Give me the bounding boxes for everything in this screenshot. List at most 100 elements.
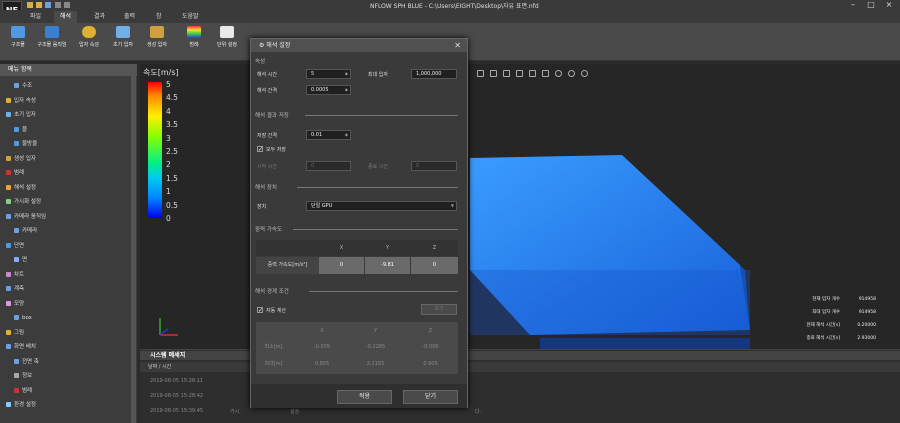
save-icon[interactable] [45, 2, 51, 8]
reset-bounds-button[interactable]: 초기 [421, 304, 457, 315]
fluid-particles [470, 155, 750, 335]
view-right-icon[interactable] [529, 70, 536, 77]
undo-icon[interactable] [55, 2, 61, 8]
tree-item[interactable]: 범례 [6, 167, 24, 179]
spinner-icon[interactable]: ◆ [345, 86, 348, 94]
max-particles-label: 최대 입자 [368, 72, 388, 78]
start-time-input[interactable]: 0 [306, 161, 351, 171]
tree-item-label: 환경 설정 [14, 402, 36, 408]
minimize-button[interactable]: – [846, 0, 860, 10]
tab-file[interactable]: 파일 [24, 11, 47, 23]
close-window-button[interactable]: × [882, 0, 896, 10]
view-back-icon[interactable] [503, 70, 510, 77]
bounds-max-label: 최대[m] [264, 361, 283, 367]
bounds-min-y[interactable]: -0.2285 [348, 339, 403, 356]
bounds-min-label: 최소[m] [264, 344, 283, 350]
structure-button[interactable]: 구조물 [1, 26, 35, 59]
view-front-icon[interactable] [490, 70, 497, 77]
max-particles-input[interactable]: 1,000,000 [411, 69, 457, 79]
bounds-col-x: X [320, 328, 324, 334]
tree-item[interactable]: box [14, 312, 32, 324]
new-file-icon[interactable] [27, 2, 33, 8]
tree-item[interactable]: 차트 [6, 269, 24, 281]
tree-node-icon [6, 242, 11, 248]
bounds-max-x[interactable]: 0.805 [296, 356, 348, 373]
gravity-z-cell[interactable]: 0 [411, 257, 458, 274]
view-top-icon[interactable] [542, 70, 549, 77]
tree-item[interactable]: 그림 [6, 327, 24, 339]
bounds-max-y[interactable]: 2.1185 [348, 356, 403, 373]
tree-item[interactable]: 면 [14, 254, 27, 266]
tree-item[interactable]: 환경 설정 [6, 399, 36, 411]
analysis-time-input[interactable]: 5 ◆ [306, 69, 351, 79]
end-time-input[interactable]: 0 [411, 161, 457, 171]
tree-item-label: 생성 입자 [14, 155, 36, 162]
redo-icon[interactable] [64, 2, 70, 8]
tree-item[interactable]: 단면 [6, 240, 24, 252]
view-left-icon[interactable] [516, 70, 523, 77]
tree-item[interactable]: 카메라 [14, 225, 37, 237]
zoom-fit-icon[interactable] [581, 70, 588, 77]
bounds-min-z[interactable]: -0.006 [403, 339, 458, 356]
spinner-icon[interactable]: ◆ [345, 70, 348, 78]
device-label: 장치 [257, 204, 267, 210]
chevron-down-icon[interactable]: ▼ [451, 202, 454, 210]
units-icon [220, 26, 234, 38]
maximize-button[interactable]: □ [864, 0, 878, 10]
tree-item-label: 모양 [14, 300, 25, 307]
tree-item[interactable]: 정보 [14, 370, 32, 382]
tab-output[interactable]: 출력 [118, 11, 141, 23]
dialog-title: ⚙ 해석 설정 [251, 39, 467, 52]
tab-analysis[interactable]: 해석 [54, 11, 78, 23]
dialog-close-icon[interactable]: ✕ [454, 39, 461, 52]
bounds-min-x[interactable]: -0.005 [296, 339, 348, 356]
moving-cube-icon [45, 26, 59, 38]
tree-item-label: 블 [22, 126, 28, 133]
save-all-checkbox[interactable]: ✓ [257, 146, 263, 153]
tab-help[interactable]: 도움말 [176, 11, 205, 23]
tree-item-label: 차트 [14, 271, 25, 278]
tree-item[interactable]: 입자 속성 [6, 95, 36, 107]
interval-input[interactable]: 0.0005 ◆ [306, 85, 351, 95]
tree-scrollbar[interactable] [131, 76, 136, 423]
structure-motion-button[interactable]: 구조물 움직임 [35, 26, 69, 59]
tree-item[interactable]: 블 [14, 124, 27, 136]
tree-node-icon [14, 387, 19, 393]
tree-item[interactable]: 범례 [14, 385, 32, 397]
tree-item[interactable]: 수조 [14, 80, 32, 92]
apply-button[interactable]: 적용 [337, 390, 392, 404]
tree-item[interactable]: 해석 설정 [6, 182, 36, 194]
stat-label: 종료 해석 시간[s] [806, 336, 840, 341]
tree-item[interactable]: 가시화 설정 [6, 196, 41, 208]
open-file-icon[interactable] [36, 2, 42, 8]
spinner-icon[interactable]: ◆ [345, 131, 348, 139]
save-interval-input[interactable]: 0.01 ◆ [306, 130, 351, 140]
device-select[interactable]: 단일 GPU ▼ [306, 201, 457, 211]
auto-calc-checkbox[interactable]: ✓ [257, 307, 263, 314]
tab-window[interactable]: 창 [150, 11, 168, 23]
gravity-x-cell[interactable]: 0 [319, 257, 364, 274]
tab-results[interactable]: 결과 [88, 11, 111, 23]
tree-item[interactable]: 생성 입자 [6, 153, 36, 165]
tree-item[interactable]: 초기 입자 [6, 109, 36, 121]
particle-props-button[interactable]: 입자 속성 [72, 26, 106, 59]
tree-item[interactable]: 화면 배치 [6, 341, 36, 353]
tree-node-icon [6, 402, 11, 407]
tree-item[interactable]: 전면 축 [14, 356, 39, 368]
legend-button[interactable]: 범례 [177, 26, 211, 59]
gravity-y-cell[interactable]: -9.81 [365, 257, 410, 274]
tree-item[interactable]: 모양 [6, 298, 24, 310]
generated-particles-button[interactable]: 생성 입자 [140, 26, 174, 59]
tree-item[interactable]: 카메라 움직임 [6, 211, 46, 223]
view-iso-icon[interactable] [477, 70, 484, 77]
initial-particles-button[interactable]: 초기 입자 [106, 26, 140, 59]
bounds-max-z[interactable]: 0.605 [403, 356, 458, 373]
zoom-out-icon[interactable] [568, 70, 575, 77]
close-button[interactable]: 닫기 [403, 390, 458, 404]
tree-item[interactable]: 계측 [6, 283, 24, 295]
zoom-in-icon[interactable] [555, 70, 562, 77]
unit-settings-button[interactable]: 단위 설정 [210, 26, 244, 59]
tree-node-icon [14, 83, 19, 88]
colorbar-tick-label: 2.5 [166, 147, 178, 156]
tree-item[interactable]: 물방울 [14, 138, 37, 150]
